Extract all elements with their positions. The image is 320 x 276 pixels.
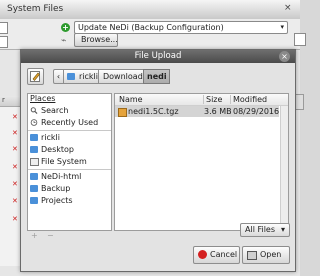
places-separator: [28, 130, 111, 131]
places-item-desktop[interactable]: Desktop: [28, 144, 111, 155]
cancel-button-label: Cancel: [210, 250, 238, 259]
type-location-button[interactable]: [27, 68, 44, 85]
column-divider[interactable]: [230, 95, 231, 104]
clock-icon: [30, 119, 38, 126]
add-bookmark-button[interactable]: +: [31, 231, 38, 240]
error-x-icon: ✕: [12, 129, 18, 137]
places-add-remove: + −: [27, 231, 110, 241]
browse-button[interactable]: Browse...: [74, 33, 118, 47]
folder-icon: [30, 185, 38, 192]
places-separator: [28, 169, 111, 170]
error-x-icon: ✕: [12, 215, 18, 223]
places-item-backup[interactable]: Backup: [28, 183, 111, 194]
open-button-label: Open: [260, 250, 282, 259]
path-button-home[interactable]: rickli: [63, 69, 99, 84]
file-filter-select[interactable]: All Files ▾: [240, 223, 290, 237]
archive-icon: [118, 108, 127, 117]
column-modified[interactable]: Modified: [233, 94, 267, 105]
places-header-label: Places: [30, 94, 56, 103]
places-item-label: Recently Used: [41, 118, 99, 127]
open-icon: [247, 251, 257, 260]
files-header: Name Size Modified: [115, 94, 288, 106]
places-item-label: Projects: [41, 196, 73, 205]
path-label: Downloads: [103, 72, 147, 81]
column-divider[interactable]: [203, 95, 204, 104]
folder-icon: [30, 146, 38, 153]
places-item-label: File System: [41, 157, 87, 166]
browse-button-label: Browse...: [81, 35, 118, 44]
file-size: 3.6 MB: [204, 107, 232, 116]
folder-icon: [30, 197, 38, 204]
side-panel-header: r: [0, 96, 22, 107]
add-icon[interactable]: +: [61, 23, 70, 32]
home-folder-icon: [30, 134, 38, 141]
places-item-label: NeDi-html: [41, 172, 82, 181]
file-name: nedi1.5C.tgz: [128, 107, 179, 116]
places-item-filesystem[interactable]: File System: [28, 156, 111, 167]
places-item-label: rickli: [41, 133, 60, 142]
close-icon[interactable]: ×: [279, 51, 290, 62]
dialog-titlebar: File Upload ×: [21, 50, 295, 63]
files-pane: Name Size Modified nedi1.5C.tgz 3.6 MB 0…: [114, 93, 289, 231]
dialog-title: File Upload: [134, 51, 182, 61]
left-field-2[interactable]: [0, 36, 8, 48]
error-x-icon: ✕: [12, 180, 18, 188]
right-field[interactable]: [294, 33, 306, 46]
remove-bookmark-button[interactable]: −: [47, 231, 54, 240]
paperclip-icon: ⌁: [61, 36, 67, 46]
file-row[interactable]: nedi1.5C.tgz 3.6 MB 08/29/2016: [115, 106, 279, 117]
chevron-down-icon: ▾: [281, 225, 286, 234]
places-item-projects[interactable]: Projects: [28, 195, 111, 206]
places-item-label: Desktop: [41, 145, 74, 154]
column-name[interactable]: Name: [119, 94, 143, 105]
error-x-icon: ✕: [12, 113, 18, 121]
section-title: System Files: [7, 4, 64, 14]
home-folder-icon: [67, 73, 75, 80]
places-item-search[interactable]: Search: [28, 105, 111, 116]
drive-icon: [30, 158, 39, 166]
places-header: Places: [28, 94, 111, 104]
path-button-current[interactable]: nedi: [143, 69, 170, 84]
path-label: rickli: [79, 72, 98, 81]
vertical-scrollbar[interactable]: [280, 106, 288, 229]
action-select-value: Update NeDi (Backup Configuration): [78, 23, 224, 32]
path-button-downloads[interactable]: Downloads: [98, 69, 147, 84]
error-x-icon: ✕: [12, 145, 18, 153]
left-field[interactable]: [0, 22, 8, 34]
cancel-icon: [198, 250, 207, 259]
places-pane: Places Search Recently Used rickli Deskt…: [27, 93, 112, 231]
cancel-button[interactable]: Cancel: [193, 246, 240, 264]
close-icon[interactable]: ×: [284, 4, 292, 13]
path-label: nedi: [147, 72, 167, 81]
column-size[interactable]: Size: [206, 94, 222, 105]
file-modified: 08/29/2016: [233, 107, 280, 116]
places-item-label: Backup: [41, 184, 71, 193]
places-item-label: Search: [41, 106, 69, 115]
folder-icon: [30, 173, 38, 180]
chevron-down-icon: ▾: [280, 23, 284, 31]
side-panel-header-label: r: [2, 96, 5, 104]
error-x-icon: ✕: [12, 163, 18, 171]
error-x-icon: ✕: [12, 197, 18, 205]
file-upload-dialog: File Upload × ‹ rickli Downloads nedi Pl…: [20, 49, 296, 272]
search-icon: [30, 107, 38, 114]
open-button[interactable]: Open: [242, 246, 290, 264]
pencil-icon: [30, 71, 40, 82]
places-item-recent[interactable]: Recently Used: [28, 117, 111, 128]
places-item-home[interactable]: rickli: [28, 132, 111, 143]
section-header: System Files ×: [0, 0, 300, 20]
places-item-nedi-html[interactable]: NeDi-html: [28, 171, 111, 182]
file-filter-value: All Files: [245, 225, 276, 234]
app-toolbar: + ⌁ Update NeDi (Backup Configuration) ▾…: [0, 19, 300, 50]
